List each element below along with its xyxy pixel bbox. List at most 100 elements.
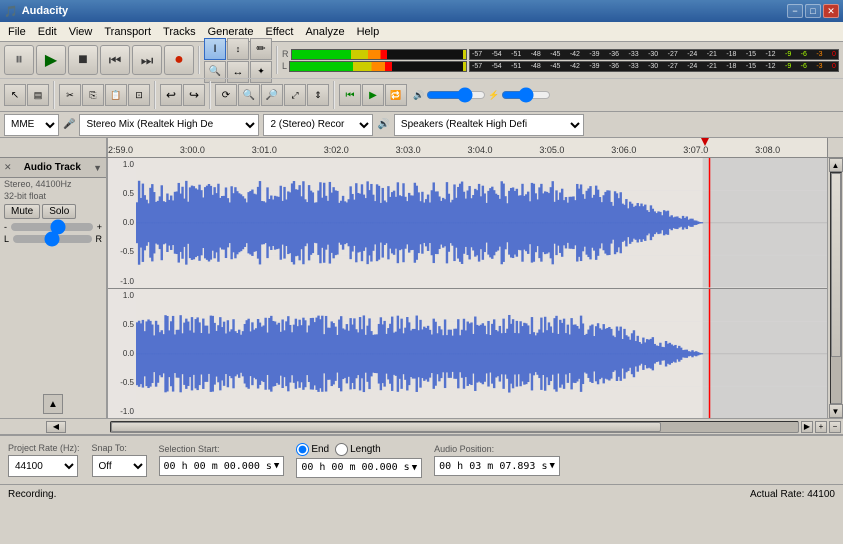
copy-tool[interactable]: ⎘ bbox=[82, 84, 104, 106]
toolbar-separator-1 bbox=[198, 46, 200, 74]
snap-to-select[interactable]: Off bbox=[92, 455, 147, 477]
skip-back-button[interactable]: ⏮ bbox=[100, 45, 130, 75]
hscroll-thumb[interactable] bbox=[111, 422, 661, 432]
scale-0.0-top: 0.0 bbox=[108, 218, 136, 227]
selection-start-value[interactable]: 00 h 00 m 00.000 s ▼ bbox=[159, 456, 285, 476]
trim-tool[interactable]: ⊡ bbox=[128, 84, 150, 106]
audio-pos-dropdown[interactable]: ▼ bbox=[550, 461, 555, 471]
channels-select[interactable]: 2 (Stereo) Recor bbox=[263, 114, 373, 136]
skip-forward-button[interactable]: ⏭ bbox=[132, 45, 162, 75]
menu-analyze[interactable]: Analyze bbox=[299, 23, 350, 41]
paste-tool[interactable]: 📋 bbox=[105, 84, 127, 106]
waveform-channel-1[interactable]: 1.0 0.5 0.0 -0.5 -1.0 bbox=[108, 158, 827, 289]
zoom-out-scroll[interactable]: − bbox=[829, 421, 841, 433]
actual-rate-text: Actual Rate: 44100 bbox=[750, 489, 835, 500]
undo-btn[interactable]: ↩ bbox=[160, 84, 182, 106]
solo-button[interactable]: Solo bbox=[42, 204, 76, 219]
mic-icon: 🎤 bbox=[63, 119, 75, 130]
ruler-mark-5: 3:03.0 bbox=[396, 145, 421, 155]
close-button[interactable]: ✕ bbox=[823, 4, 839, 18]
clip-tool[interactable]: ▤ bbox=[27, 84, 49, 106]
length-radio[interactable] bbox=[335, 443, 348, 456]
maximize-button[interactable]: □ bbox=[805, 4, 821, 18]
window-controls[interactable]: − □ ✕ bbox=[787, 4, 839, 18]
cut-tool[interactable]: ✂ bbox=[59, 84, 81, 106]
audio-pos-value[interactable]: 00 h 03 m 07.893 s ▼ bbox=[434, 456, 560, 476]
length-radio-label[interactable]: Length bbox=[335, 443, 381, 456]
zoom-out-btn[interactable]: 🔎 bbox=[261, 84, 283, 106]
cursor-tool[interactable]: ↖ bbox=[4, 84, 26, 106]
gain-slider[interactable] bbox=[11, 223, 93, 231]
end-radio-label[interactable]: End bbox=[296, 443, 329, 456]
redo-btn[interactable]: ↪ bbox=[183, 84, 205, 106]
waveform-channel-2[interactable]: 1.0 0.5 0.0 -0.5 -1.0 (function() { var bbox=[108, 289, 827, 419]
horizontal-scrollbar[interactable]: ◀ ▶ + − bbox=[0, 418, 843, 434]
vscroll-track[interactable] bbox=[830, 172, 842, 404]
menu-transport[interactable]: Transport bbox=[98, 23, 157, 41]
end-length-radio: End Length bbox=[296, 443, 422, 456]
minimize-button[interactable]: − bbox=[787, 4, 803, 18]
draw-tool[interactable]: ✏ bbox=[250, 38, 272, 60]
status-text: Recording. bbox=[8, 489, 56, 500]
sync-btn[interactable]: ⟳ bbox=[215, 84, 237, 106]
menu-edit[interactable]: Edit bbox=[32, 23, 63, 41]
envelope-tool[interactable]: ↕ bbox=[227, 38, 249, 60]
end-dropdown[interactable]: ▼ bbox=[412, 463, 417, 473]
input-device-select[interactable]: Stereo Mix (Realtek High De bbox=[79, 114, 259, 136]
end-radio[interactable] bbox=[296, 443, 309, 456]
bottom-controls: Project Rate (Hz): 44100 Snap To: Off Se… bbox=[0, 434, 843, 484]
skip-start-btn[interactable]: ⏮ bbox=[339, 84, 361, 106]
project-rate-label: Project Rate (Hz): bbox=[8, 443, 80, 453]
pan-row: L R bbox=[0, 233, 106, 245]
select-tool[interactable]: I bbox=[204, 38, 226, 60]
toolbar-separator-2 bbox=[276, 46, 278, 74]
zoom-in-btn[interactable]: 🔍 bbox=[238, 84, 260, 106]
loop-btn[interactable]: 🔁 bbox=[385, 84, 407, 106]
toolbar-sep-5 bbox=[209, 81, 211, 109]
host-select[interactable]: MME bbox=[4, 114, 59, 136]
play-button[interactable]: ▶ bbox=[36, 45, 66, 75]
toolbar-sep-4 bbox=[154, 81, 156, 109]
volume-slider[interactable] bbox=[426, 91, 486, 99]
track-control-panel: ✕ Audio Track ▼ Stereo, 44100Hz 32-bit f… bbox=[0, 158, 108, 418]
track-close-x[interactable]: ✕ bbox=[4, 162, 12, 173]
vscroll-down[interactable]: ▼ bbox=[829, 404, 843, 418]
app-icon: 🎵 bbox=[4, 5, 18, 18]
toolbar-sep-6 bbox=[333, 81, 335, 109]
ruler-mark-3: 3:01.0 bbox=[252, 145, 277, 155]
scale-neg1.0-top: -1.0 bbox=[108, 277, 136, 286]
play2-btn[interactable]: ▶ bbox=[362, 84, 384, 106]
scale-0.5-top: 0.5 bbox=[108, 189, 136, 198]
scroll-left-arrow[interactable]: ◀ bbox=[46, 421, 66, 433]
scroll-right-arrow[interactable]: ▶ bbox=[801, 421, 813, 433]
stop-button[interactable]: ■ bbox=[68, 45, 98, 75]
sel-start-dropdown[interactable]: ▼ bbox=[274, 461, 279, 471]
output-device-select[interactable]: Speakers (Realtek High Defi bbox=[394, 114, 584, 136]
menu-tracks[interactable]: Tracks bbox=[157, 23, 202, 41]
ruler-mark-2: 3:00.0 bbox=[180, 145, 205, 155]
record-button[interactable]: ● bbox=[164, 45, 194, 75]
fit-btn[interactable]: ⤢ bbox=[284, 84, 306, 106]
zoom-in-scroll[interactable]: + bbox=[815, 421, 827, 433]
fit-v-btn[interactable]: ⇕ bbox=[307, 84, 329, 106]
vertical-scrollbar[interactable]: ▲ ▼ bbox=[827, 158, 843, 418]
menu-view[interactable]: View bbox=[63, 23, 99, 41]
track-menu-arrow[interactable]: ▼ bbox=[93, 163, 102, 173]
pause-button[interactable]: ⏸ bbox=[4, 45, 34, 75]
track-info-1: Stereo, 44100Hz bbox=[0, 178, 106, 190]
hscroll-track[interactable] bbox=[110, 421, 799, 433]
project-rate-select[interactable]: 44100 bbox=[8, 455, 78, 477]
menu-help[interactable]: Help bbox=[351, 23, 386, 41]
mute-button[interactable]: Mute bbox=[4, 204, 40, 219]
status-bar: Recording. Actual Rate: 44100 bbox=[0, 484, 843, 504]
track-scroll-up[interactable]: ▲ bbox=[43, 394, 63, 414]
menu-file[interactable]: File bbox=[2, 23, 32, 41]
audio-position-group: Audio Position: 00 h 03 m 07.893 s ▼ bbox=[434, 444, 560, 476]
pan-slider[interactable] bbox=[13, 235, 91, 243]
speed-slider[interactable] bbox=[501, 91, 551, 99]
waveform-svg-2: (function() { var svg = document.current… bbox=[136, 289, 827, 419]
ruler-mark-10: 3:08.0 bbox=[755, 145, 780, 155]
toolbar-sep-3 bbox=[53, 81, 55, 109]
vscroll-up[interactable]: ▲ bbox=[829, 158, 843, 172]
end-length-value[interactable]: 00 h 00 m 00.000 s ▼ bbox=[296, 458, 422, 478]
